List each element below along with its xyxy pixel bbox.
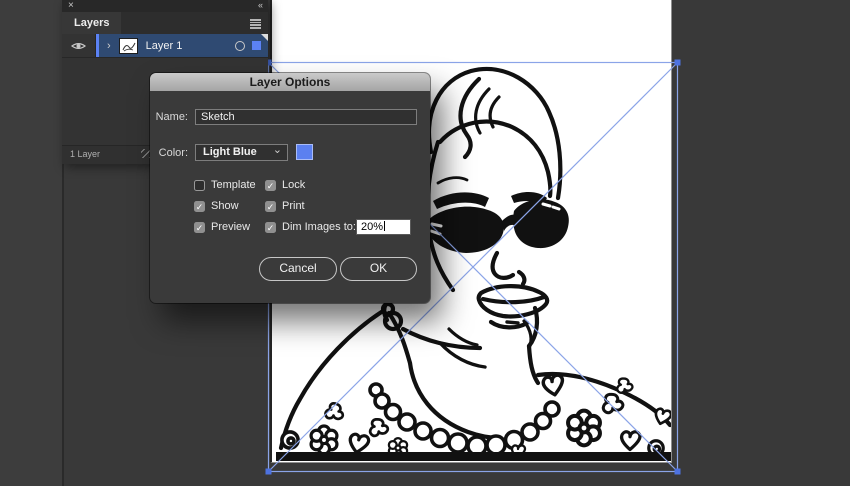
cancel-button[interactable]: Cancel bbox=[259, 257, 337, 281]
checkbox-show-label: Show bbox=[211, 200, 239, 212]
chevron-down-icon: ⌄ bbox=[272, 144, 282, 156]
collapse-panel-icon[interactable]: « bbox=[258, 0, 263, 12]
checkbox-show[interactable]: ✓ bbox=[194, 201, 205, 212]
checkbox-lock[interactable]: ✓ bbox=[265, 180, 276, 191]
layer-row-selected-area[interactable]: › Layer 1 bbox=[96, 34, 268, 57]
checkbox-template-label: Template bbox=[211, 179, 256, 191]
color-label: Color: bbox=[158, 147, 188, 159]
checkbox-preview-label: Preview bbox=[211, 221, 251, 233]
name-label: Name: bbox=[155, 111, 188, 123]
selection-handle-top-right[interactable] bbox=[674, 59, 681, 66]
selection-handle-bottom-left[interactable] bbox=[265, 468, 272, 475]
dialog-title-bar[interactable]: Layer Options bbox=[150, 73, 430, 91]
checkbox-dim-images[interactable]: ✓ bbox=[265, 222, 276, 233]
panel-title-bar: × « bbox=[62, 0, 268, 12]
layer-thumbnail[interactable] bbox=[118, 37, 138, 54]
layer-name-input[interactable] bbox=[195, 109, 417, 125]
selection-handle-bottom-right[interactable] bbox=[674, 468, 681, 475]
color-dropdown-value: Light Blue bbox=[203, 146, 257, 158]
panel-resize-grip[interactable] bbox=[141, 149, 150, 158]
selection-indicator-square[interactable] bbox=[252, 41, 261, 50]
dim-images-input[interactable]: 20% bbox=[356, 219, 411, 235]
checkbox-preview[interactable]: ✓ bbox=[194, 222, 205, 233]
layer-color-swatch[interactable] bbox=[296, 144, 313, 160]
ok-button[interactable]: OK bbox=[340, 257, 417, 281]
layer-color-bar bbox=[96, 34, 99, 57]
checkbox-lock-label: Lock bbox=[282, 179, 306, 191]
checkbox-print-label: Print bbox=[282, 200, 305, 212]
layer-name[interactable]: Layer 1 bbox=[146, 40, 235, 52]
layer-row[interactable]: › Layer 1 bbox=[62, 34, 268, 58]
text-caret bbox=[384, 221, 386, 231]
checkbox-print[interactable]: ✓ bbox=[265, 201, 276, 212]
tab-layers[interactable]: Layers bbox=[62, 12, 122, 34]
layer-count-label: 1 Layer bbox=[70, 149, 101, 159]
dock-gutter bbox=[0, 0, 64, 486]
panel-menu-icon[interactable] bbox=[250, 19, 261, 29]
layer-corner-marker bbox=[261, 34, 268, 41]
panel-tab-bar: Layers bbox=[62, 12, 268, 34]
dim-images-value: 20% bbox=[361, 221, 384, 233]
checkbox-dim-images-label: Dim Images to: bbox=[282, 221, 356, 233]
layer-options-dialog: Layer Options Name: Color: Light Blue ⌄ … bbox=[150, 73, 430, 303]
target-circle-icon[interactable] bbox=[235, 40, 245, 51]
expand-layer-icon[interactable]: › bbox=[107, 40, 111, 52]
close-icon[interactable]: × bbox=[68, 0, 74, 12]
eye-icon bbox=[71, 42, 86, 49]
checkbox-template[interactable] bbox=[194, 180, 205, 191]
visibility-cell[interactable] bbox=[62, 34, 96, 57]
color-dropdown[interactable]: Light Blue ⌄ bbox=[195, 144, 288, 161]
